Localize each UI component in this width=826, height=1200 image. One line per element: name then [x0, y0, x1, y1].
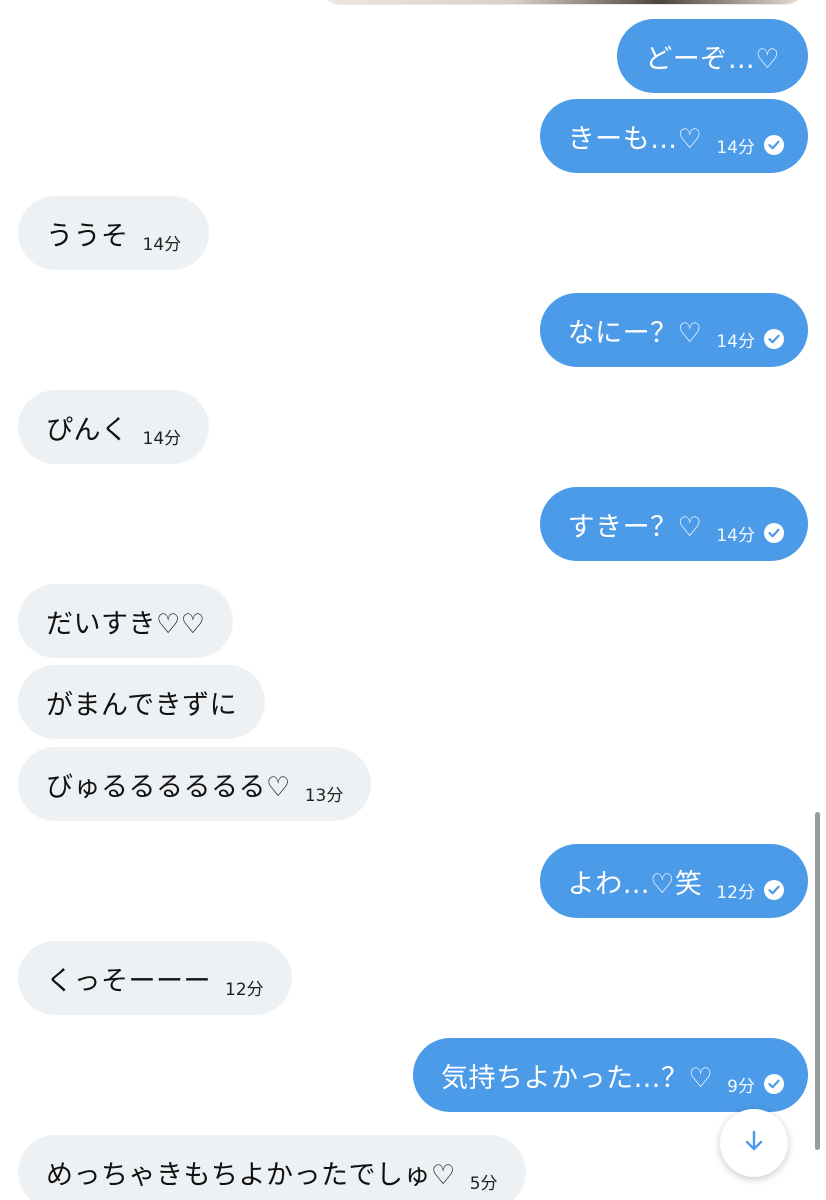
message-text: 気持ちよかった…？♡ — [440, 1062, 714, 1094]
message-text: がまんできずに — [46, 689, 238, 721]
message-meta: 14分 — [716, 521, 784, 546]
message-meta: 13分 — [305, 781, 344, 806]
check-circle-icon — [764, 880, 784, 900]
message-meta: 14分 — [716, 133, 784, 158]
received-message[interactable]: ぴんく 14分 — [18, 390, 210, 464]
message-meta: 14分 — [143, 424, 182, 449]
sent-message[interactable]: どーぞ…♡ — [617, 19, 808, 93]
message-time: 14分 — [716, 137, 755, 158]
check-circle-icon — [764, 329, 784, 349]
message-text: なにー？♡ — [567, 317, 703, 349]
sent-message[interactable]: よわ…♡笑 12分 — [539, 844, 808, 918]
message-time: 14分 — [716, 525, 755, 546]
received-message[interactable]: だいすき♡♡ — [18, 584, 234, 658]
received-message[interactable]: めっちゃきもちよかったでしゅ♡ 5分 — [18, 1135, 526, 1200]
chat-thread[interactable]: どーぞ…♡ きーも…♡ 14分 ううそ 14分 なにー？♡ 14分 ぴんく 14… — [0, 0, 826, 1200]
sent-message[interactable]: 気持ちよかった…？♡ 9分 — [412, 1038, 808, 1112]
message-time: 12分 — [225, 979, 264, 1000]
message-time: 14分 — [142, 428, 182, 449]
message-meta: 12分 — [716, 878, 784, 903]
message-meta: 9分 — [727, 1072, 784, 1097]
message-time: 14分 — [716, 331, 755, 352]
check-circle-icon — [764, 523, 784, 543]
arrow-down-icon — [743, 1129, 765, 1157]
message-time: 14分 — [142, 234, 182, 255]
message-text: びゅるるるるるる♡ — [46, 771, 291, 803]
message-time: 12分 — [716, 882, 755, 903]
shared-image-preview[interactable] — [322, 0, 804, 4]
message-text: すきー？♡ — [567, 511, 703, 543]
message-time: 9分 — [727, 1076, 755, 1097]
message-text: きーも…♡ — [567, 123, 703, 155]
scrollbar[interactable] — [815, 812, 820, 1150]
message-text: めっちゃきもちよかったでしゅ♡ — [46, 1159, 456, 1191]
message-text: だいすき♡♡ — [46, 608, 206, 640]
check-circle-icon — [764, 135, 784, 155]
message-meta: 14分 — [716, 327, 784, 352]
check-circle-icon — [764, 1074, 784, 1094]
message-text: くっそーーー — [46, 965, 211, 997]
message-time: 5分 — [469, 1173, 498, 1194]
message-meta: 5分 — [470, 1169, 498, 1194]
sent-message[interactable]: きーも…♡ 14分 — [539, 99, 808, 173]
received-message[interactable]: がまんできずに — [18, 665, 266, 739]
message-time: 13分 — [304, 785, 344, 806]
sent-message[interactable]: すきー？♡ 14分 — [539, 487, 808, 561]
message-text: ううそ — [46, 220, 129, 252]
message-text: どーぞ…♡ — [645, 43, 780, 75]
received-message[interactable]: くっそーーー 12分 — [18, 941, 292, 1015]
message-text: よわ…♡笑 — [567, 868, 703, 900]
sent-message[interactable]: なにー？♡ 14分 — [539, 293, 808, 367]
received-message[interactable]: ううそ 14分 — [18, 196, 210, 270]
message-meta: 14分 — [143, 230, 182, 255]
message-text: ぴんく — [46, 414, 129, 446]
message-meta: 12分 — [225, 975, 264, 1000]
received-message[interactable]: びゅるるるるるる♡ 13分 — [18, 747, 372, 821]
scroll-to-bottom-button[interactable] — [720, 1109, 788, 1177]
